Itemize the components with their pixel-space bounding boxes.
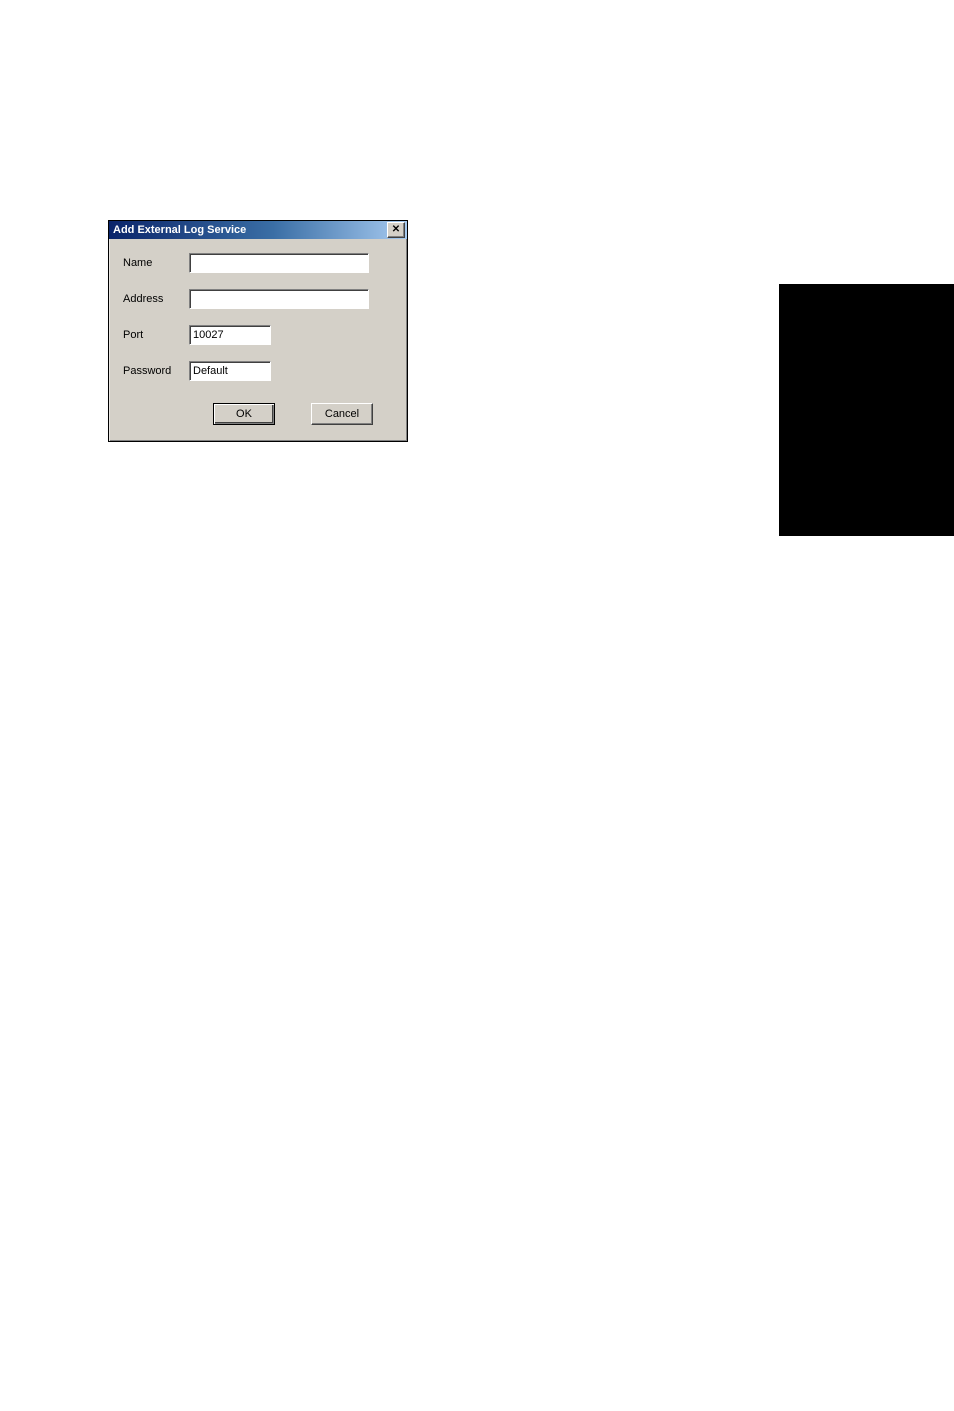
label-port: Port (123, 329, 189, 341)
decorative-black-box (779, 284, 954, 536)
row-address: Address (123, 289, 389, 309)
dialog-body: Name Address Port Password OK Cancel (109, 239, 407, 441)
name-input[interactable] (189, 253, 369, 273)
ok-button[interactable]: OK (213, 403, 275, 425)
row-name: Name (123, 253, 389, 273)
close-icon: ✕ (392, 225, 400, 235)
address-input[interactable] (189, 289, 369, 309)
row-port: Port (123, 325, 389, 345)
dialog-titlebar: Add External Log Service ✕ (109, 221, 407, 239)
cancel-button[interactable]: Cancel (311, 403, 373, 425)
label-password: Password (123, 365, 189, 377)
add-external-log-service-dialog: Add External Log Service ✕ Name Address … (108, 220, 408, 442)
password-input[interactable] (189, 361, 271, 381)
close-button[interactable]: ✕ (387, 222, 405, 238)
label-address: Address (123, 293, 189, 305)
label-name: Name (123, 257, 189, 269)
dialog-button-row: OK Cancel (213, 403, 389, 425)
port-input[interactable] (189, 325, 271, 345)
row-password: Password (123, 361, 389, 381)
dialog-title: Add External Log Service (113, 224, 246, 236)
